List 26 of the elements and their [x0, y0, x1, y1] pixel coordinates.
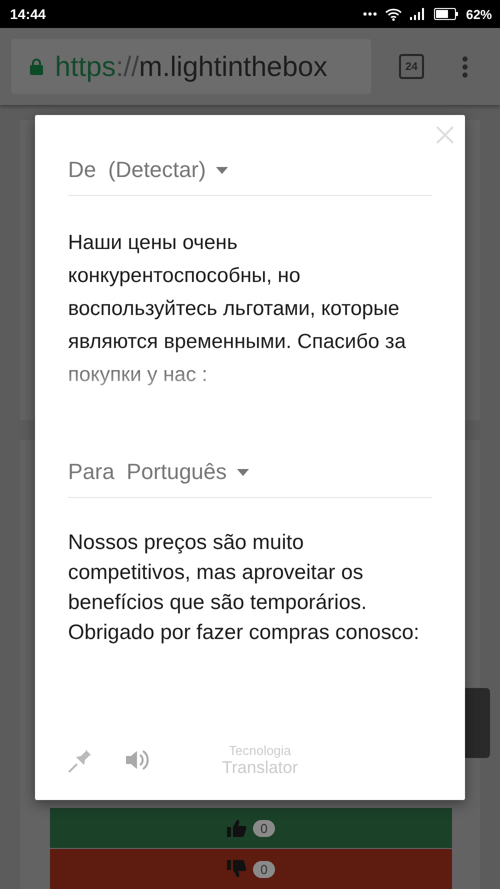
thumbs-up-icon [227, 819, 248, 837]
source-text: Наши цены очень конкурентоспособны, но воспользуйтесь льготами, которые являются временными. Спасибо за покупки у нас : [68, 230, 407, 388]
signal-icon [410, 8, 426, 20]
vote-bar[interactable]: 0 [50, 849, 452, 889]
target-language-dropdown[interactable]: Para Português [68, 459, 432, 498]
vote-count: 0 [253, 860, 275, 878]
wifi-icon [384, 8, 402, 20]
battery-percent: 62% [466, 6, 492, 22]
tab-count-button[interactable]: 24 [399, 54, 424, 79]
address-bar[interactable]: https://m.lightinthebox [11, 39, 371, 94]
pin-icon[interactable] [68, 747, 94, 773]
translated-text: Nossos preços são muito competitivos, mas aproveitar os benefícios que são temporários. Obrigado por fazer compras conosco: [68, 530, 420, 646]
clock-time: 14:44 [10, 6, 46, 22]
caret-icon [216, 166, 228, 174]
menu-icon[interactable] [462, 56, 468, 78]
source-language-dropdown[interactable]: De (Detectar) [68, 157, 432, 196]
lock-icon [30, 58, 43, 75]
url-text: https://m.lightinthebox [55, 50, 328, 82]
thumbs-down-icon [227, 860, 248, 878]
vote-bar[interactable]: 0 [50, 808, 452, 848]
vote-count: 0 [253, 820, 275, 836]
speaker-icon[interactable] [126, 749, 150, 771]
battery-icon [434, 8, 458, 20]
more-dots-icon [362, 12, 377, 16]
caret-icon [236, 468, 249, 476]
close-icon[interactable] [436, 126, 454, 144]
